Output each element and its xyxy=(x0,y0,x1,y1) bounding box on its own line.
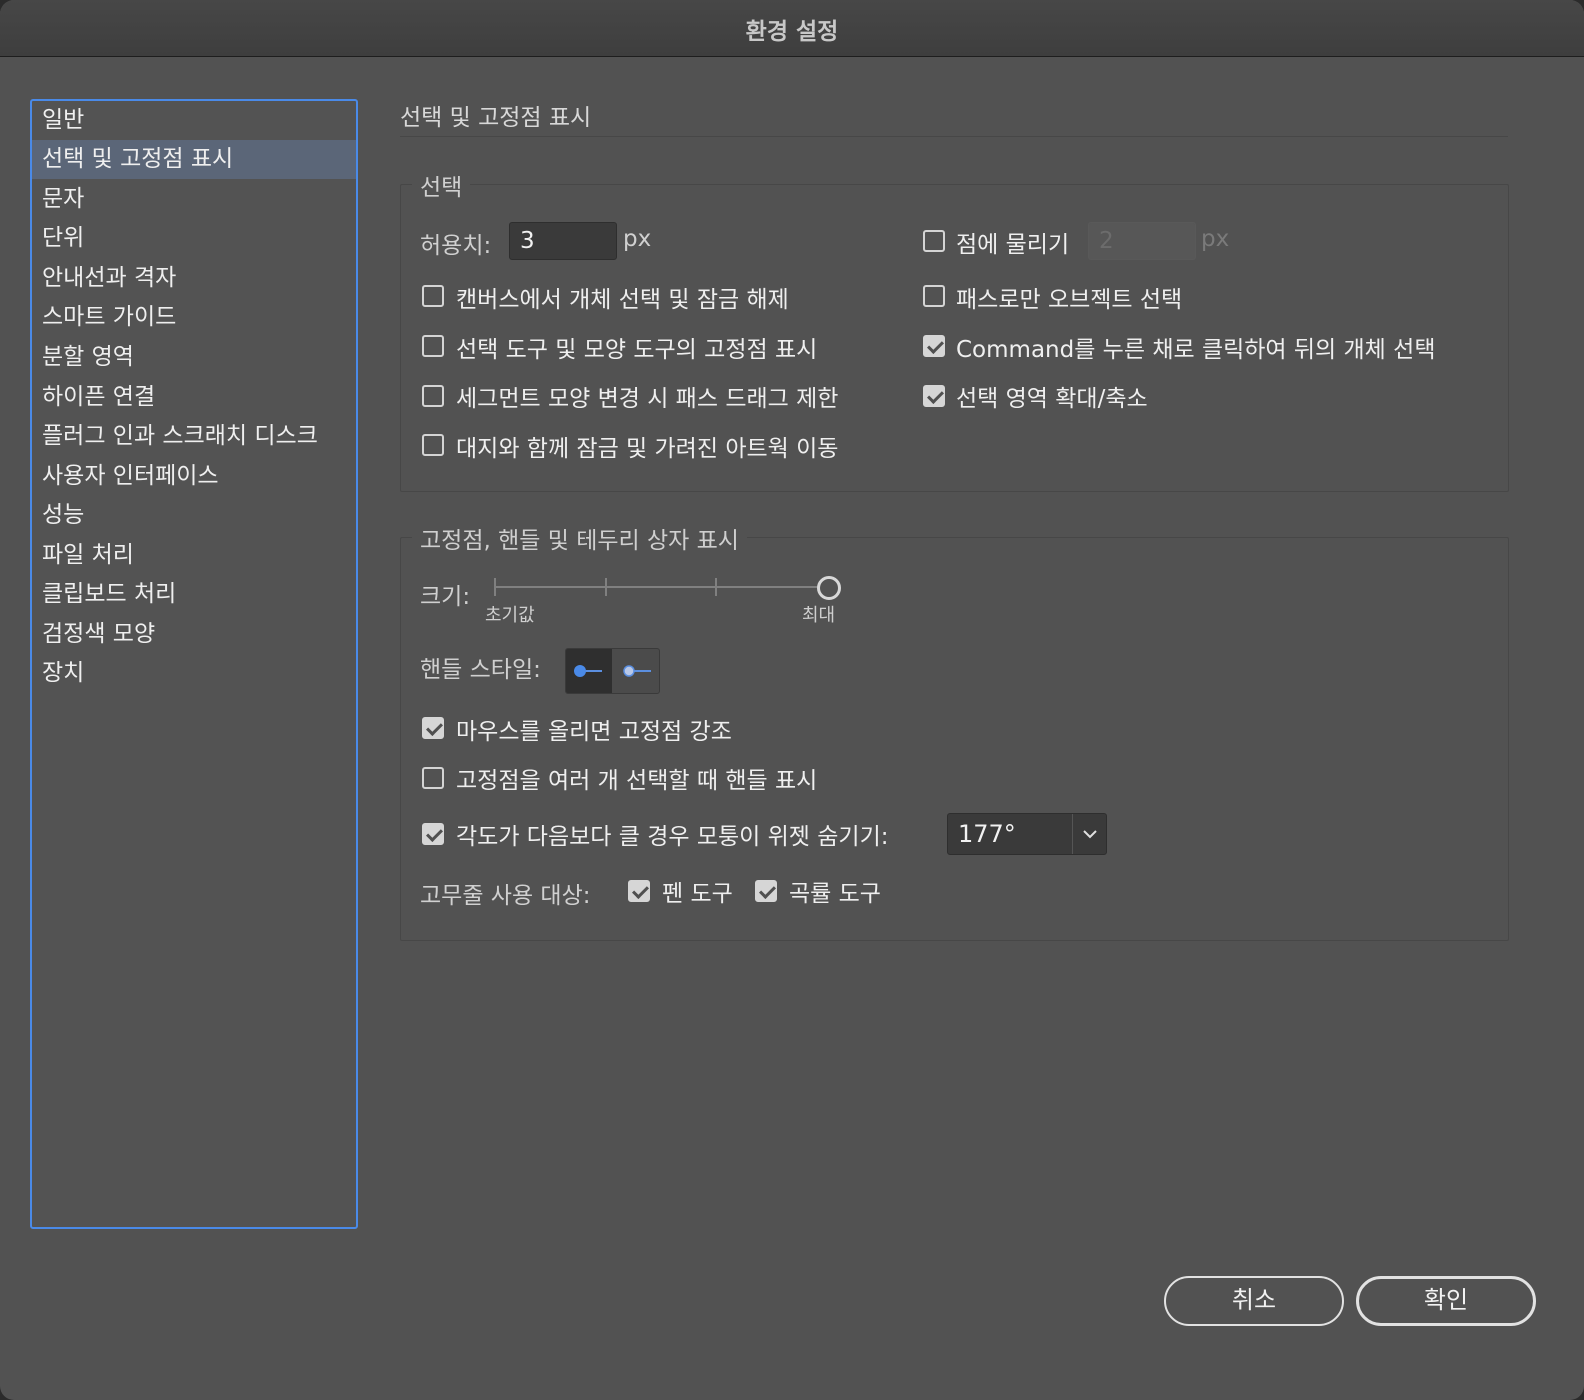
sidebar-item-clipboard-handling[interactable]: 클립보드 처리 xyxy=(32,575,356,614)
size-label: 크기: xyxy=(420,584,471,610)
size-slider-track[interactable] xyxy=(494,586,820,588)
corner-widget-angle-select[interactable]: 177° xyxy=(947,813,1107,855)
anchor-display-group-label: 고정점, 핸들 및 테두리 상자 표시 xyxy=(412,521,747,555)
handle-style-label: 핸들 스타일: xyxy=(420,657,541,683)
size-slider-handle[interactable] xyxy=(817,576,841,600)
handle-style-selector[interactable] xyxy=(565,648,660,694)
select-unlock-on-canvas-label: 캔버스에서 개체 선택 및 잠금 해제 xyxy=(456,287,789,313)
rubber-band-curvature-tool-label: 곡률 도구 xyxy=(789,881,881,907)
chevron-down-icon xyxy=(1083,830,1097,839)
ok-button[interactable]: 확인 xyxy=(1356,1276,1536,1326)
size-slider-tick xyxy=(494,578,496,596)
move-locked-artwork-checkbox[interactable] xyxy=(422,434,444,456)
sidebar-item-devices[interactable]: 장치 xyxy=(32,654,356,693)
size-slider-tick xyxy=(605,578,607,596)
zoom-to-selection-label: 선택 영역 확대/축소 xyxy=(956,386,1148,412)
snap-to-point-unit: px xyxy=(1201,226,1230,252)
select-unlock-on-canvas-checkbox[interactable] xyxy=(422,285,444,307)
sidebar-item-smart-guides[interactable]: 스마트 가이드 xyxy=(32,298,356,337)
command-click-select-behind-label: Command를 누른 채로 클릭하여 뒤의 개체 선택 xyxy=(956,337,1436,363)
sidebar-item-guides-grid[interactable]: 안내선과 격자 xyxy=(32,259,356,298)
sidebar-item-user-interface[interactable]: 사용자 인터페이스 xyxy=(32,457,356,496)
object-selection-by-path-only-label: 패스로만 오브젝트 선택 xyxy=(956,287,1183,313)
object-selection-by-path-only-checkbox[interactable] xyxy=(923,285,945,307)
constrain-path-dragging-label: 세그먼트 모양 변경 시 패스 드래그 제한 xyxy=(456,386,839,412)
sidebar-item-units[interactable]: 단위 xyxy=(32,219,356,258)
highlight-anchors-on-hover-label: 마우스를 올리면 고정점 강조 xyxy=(456,719,732,745)
size-max-label: 최대 xyxy=(802,605,836,626)
hide-corner-widget-label: 각도가 다음보다 클 경우 모퉁이 위젯 숨기기: xyxy=(456,824,889,850)
category-list[interactable]: 일반 선택 및 고정점 표시 문자 단위 안내선과 격자 스마트 가이드 분할 … xyxy=(30,99,358,1229)
corner-widget-angle-value: 177° xyxy=(958,820,1016,848)
window-title: 환경 설정 xyxy=(745,19,839,45)
sidebar-item-plugins-scratch-disks[interactable]: 플러그 인과 스크래치 디스크 xyxy=(32,417,356,456)
handle-style-hollow-option[interactable] xyxy=(613,649,659,693)
selection-group-label: 선택 xyxy=(412,168,471,202)
size-min-label: 초기값 xyxy=(485,605,535,626)
rubber-band-pen-tool-checkbox[interactable] xyxy=(628,880,650,902)
sidebar-item-hyphenation[interactable]: 하이픈 연결 xyxy=(32,378,356,417)
handle-hollow-icon xyxy=(623,665,651,677)
show-handles-multiple-anchors-checkbox[interactable] xyxy=(422,767,444,789)
show-anchor-points-label: 선택 도구 및 모양 도구의 고정점 표시 xyxy=(456,337,818,363)
sidebar-item-general[interactable]: 일반 xyxy=(32,101,356,140)
show-handles-multiple-anchors-label: 고정점을 여러 개 선택할 때 핸들 표시 xyxy=(456,768,818,794)
title-bar: 환경 설정 xyxy=(0,0,1584,57)
sidebar-item-type[interactable]: 문자 xyxy=(32,180,356,219)
size-slider-tick xyxy=(715,578,717,596)
panel-title: 선택 및 고정점 표시 xyxy=(400,105,592,131)
handle-solid-icon xyxy=(574,665,602,677)
tolerance-input[interactable]: 3 xyxy=(509,222,617,260)
rubber-band-pen-tool-label: 펜 도구 xyxy=(662,881,733,907)
tolerance-unit: px xyxy=(623,226,652,252)
snap-to-point-checkbox[interactable] xyxy=(923,230,945,252)
cancel-button[interactable]: 취소 xyxy=(1164,1276,1344,1326)
snap-to-point-input[interactable]: 2 xyxy=(1088,222,1196,260)
panel-divider xyxy=(400,136,1508,137)
snap-to-point-label: 점에 물리기 xyxy=(956,232,1070,258)
rubber-band-curvature-tool-checkbox[interactable] xyxy=(755,880,777,902)
zoom-to-selection-checkbox[interactable] xyxy=(923,385,945,407)
sidebar-item-appearance-of-black[interactable]: 검정색 모양 xyxy=(32,615,356,654)
sidebar-item-performance[interactable]: 성능 xyxy=(32,496,356,535)
sidebar-item-selection-anchor-display[interactable]: 선택 및 고정점 표시 xyxy=(32,140,356,179)
hide-corner-widget-checkbox[interactable] xyxy=(422,823,444,845)
handle-style-solid-option[interactable] xyxy=(566,649,612,693)
sidebar-item-slices[interactable]: 분할 영역 xyxy=(32,338,356,377)
rubber-band-label: 고무줄 사용 대상: xyxy=(420,883,591,909)
command-click-select-behind-checkbox[interactable] xyxy=(923,335,945,357)
move-locked-artwork-label: 대지와 함께 잠금 및 가려진 아트웍 이동 xyxy=(456,436,839,462)
preferences-dialog: 환경 설정 일반 선택 및 고정점 표시 문자 단위 안내선과 격자 스마트 가… xyxy=(0,0,1584,1400)
sidebar-item-file-handling[interactable]: 파일 처리 xyxy=(32,536,356,575)
highlight-anchors-on-hover-checkbox[interactable] xyxy=(422,717,444,739)
tolerance-label: 허용치: xyxy=(420,233,492,259)
constrain-path-dragging-checkbox[interactable] xyxy=(422,385,444,407)
select-divider xyxy=(1072,814,1073,854)
show-anchor-points-checkbox[interactable] xyxy=(422,335,444,357)
